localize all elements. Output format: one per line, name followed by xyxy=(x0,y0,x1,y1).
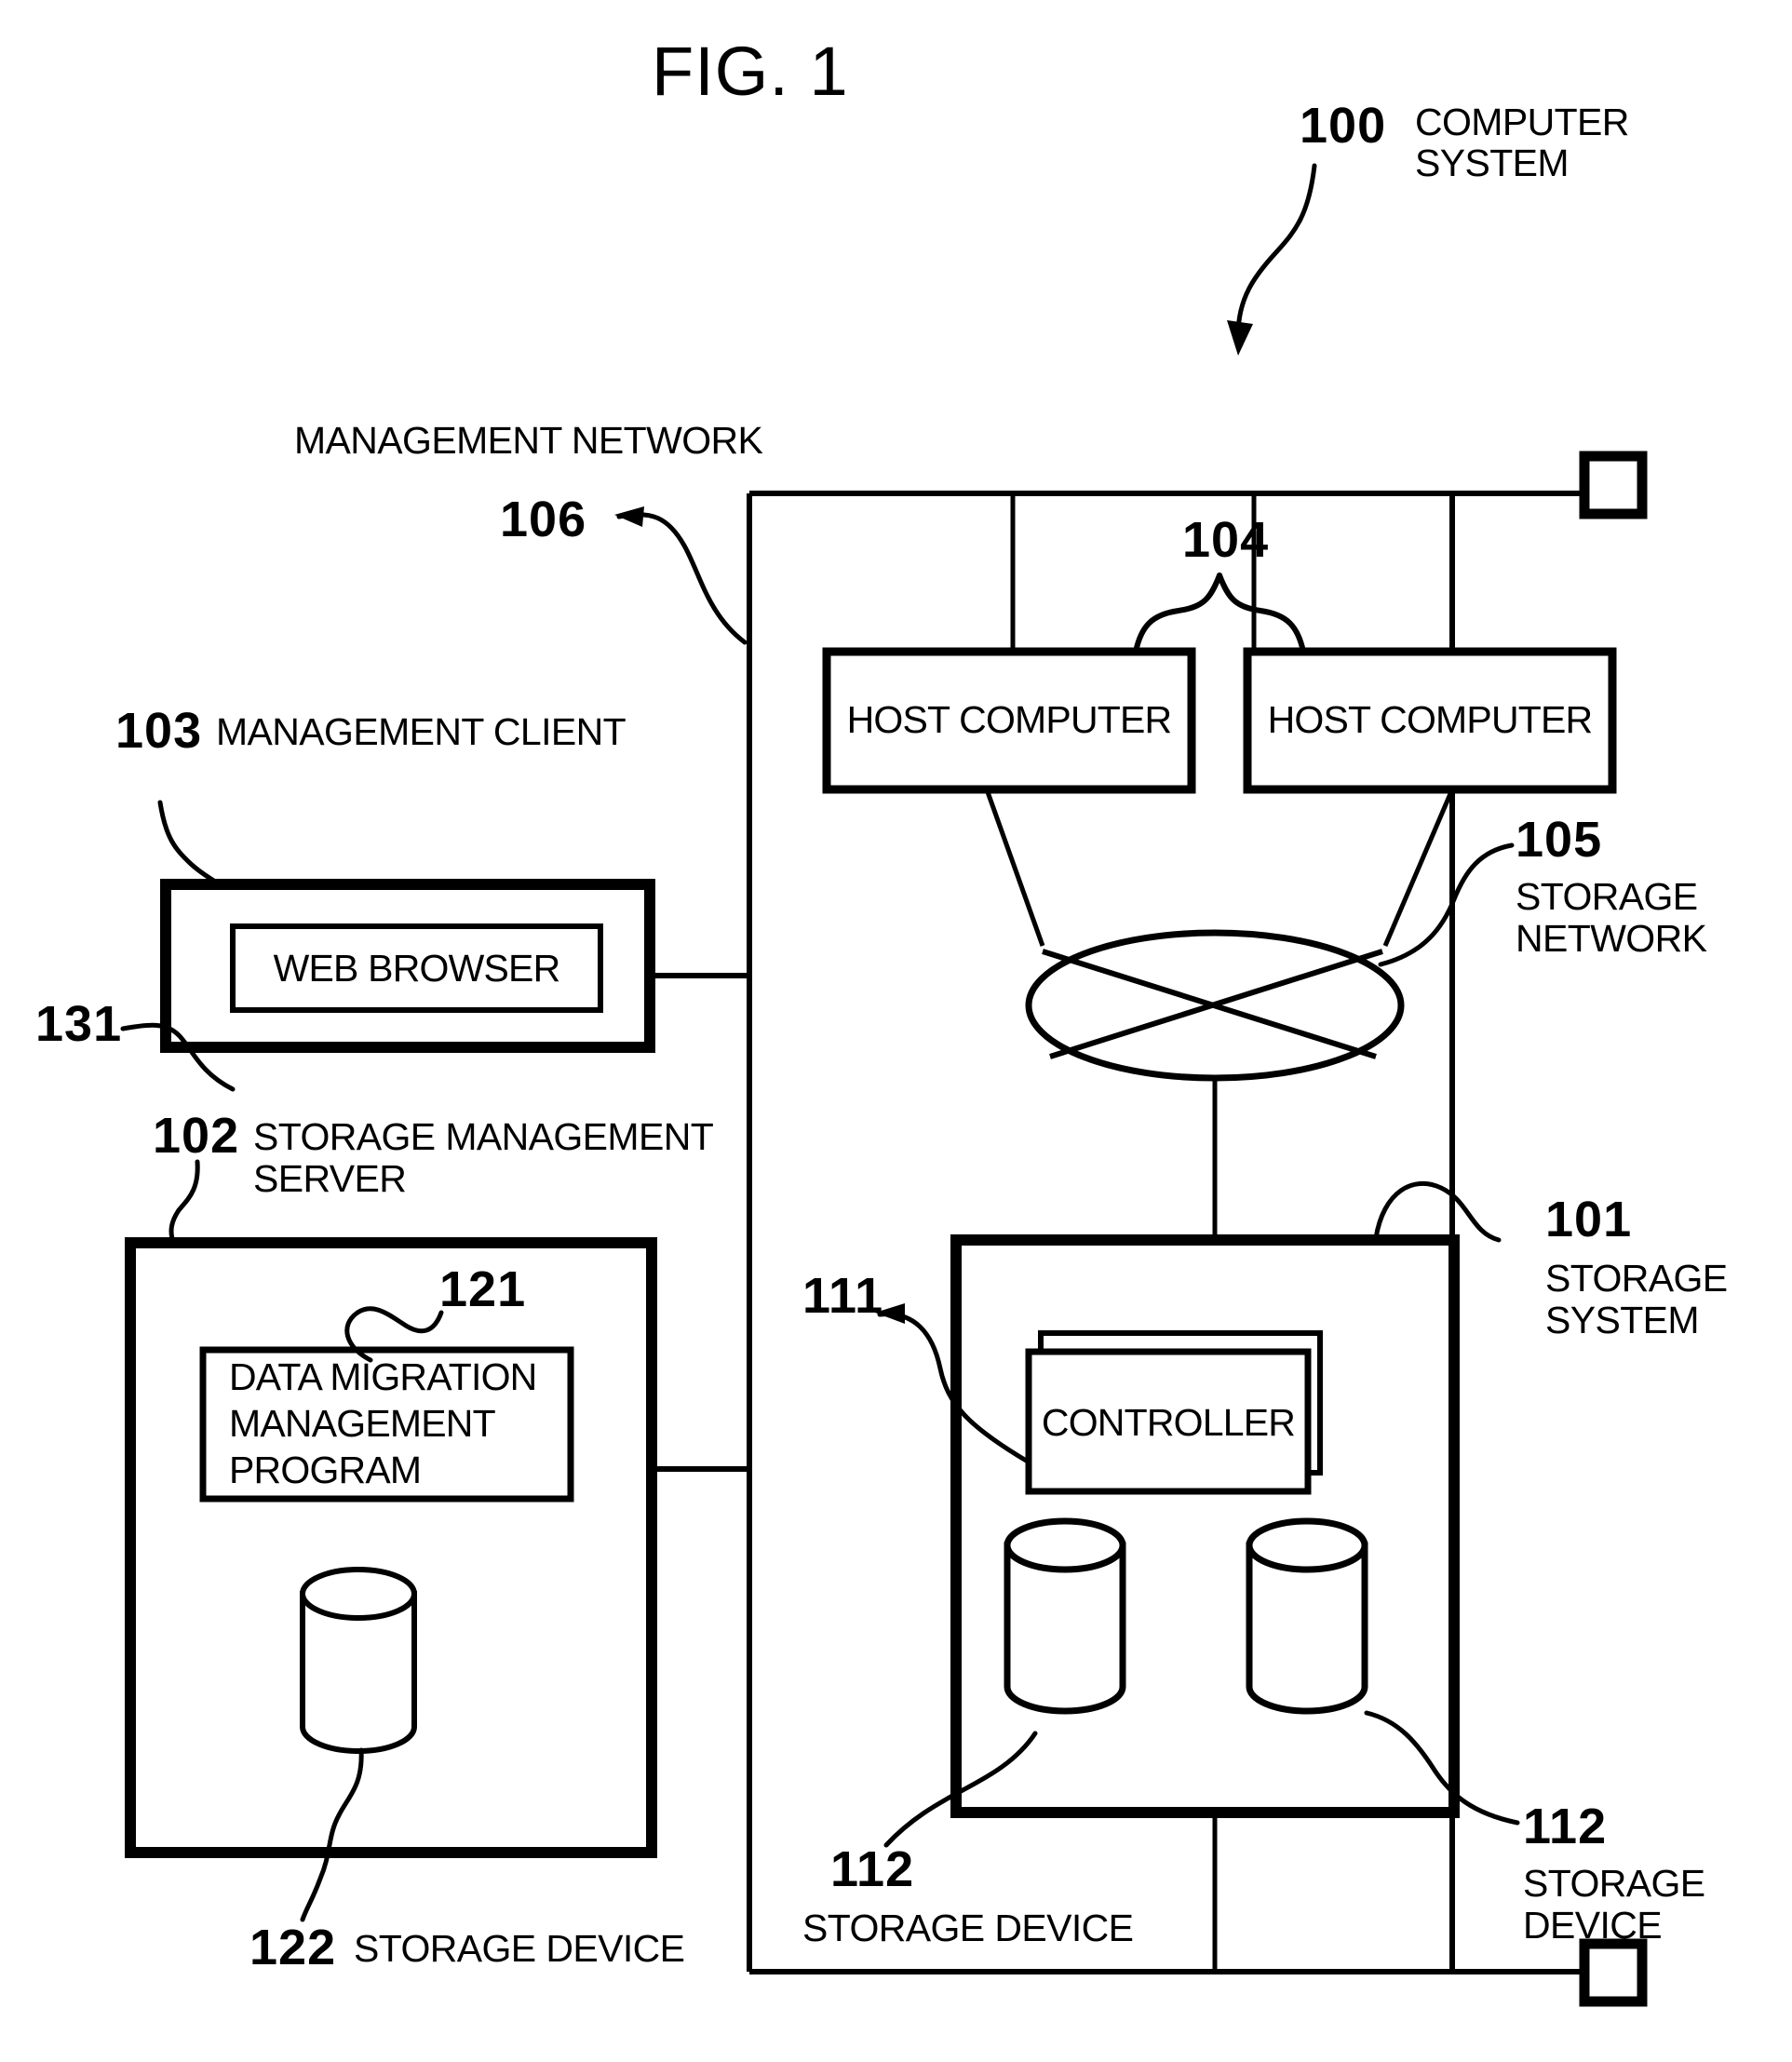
ref-104-number: 104 xyxy=(1182,512,1270,568)
storage-management-server-box xyxy=(125,1237,657,1858)
data-migration-program-label-line3: PROGRAM xyxy=(229,1449,422,1491)
host-computer-left-label: HOST COMPUTER xyxy=(846,698,1173,741)
ref-121-number: 121 xyxy=(439,1261,527,1317)
ref-131-number: 131 xyxy=(35,996,123,1052)
figure-title: FIG. 1 xyxy=(652,33,849,110)
host-computer-right-label: HOST COMPUTER xyxy=(1267,698,1594,741)
management-network-leader xyxy=(616,512,748,645)
computer-system-leader xyxy=(1235,163,1317,338)
storage-device-cylinder-right xyxy=(1246,1517,1368,1715)
ref-101-number: 101 xyxy=(1545,1192,1633,1247)
data-migration-program-label-line2: MANAGEMENT xyxy=(229,1402,496,1445)
ref-105-label-line1: STORAGE xyxy=(1516,875,1698,918)
ref-106-label: MANAGEMENT NETWORK xyxy=(294,419,763,462)
ref-100-number: 100 xyxy=(1300,98,1387,154)
ref-101-label-line2: SYSTEM xyxy=(1545,1299,1700,1341)
ref-103-label: MANAGEMENT CLIENT xyxy=(216,710,627,753)
network-terminal-top-square xyxy=(1579,451,1648,519)
figure-line-art xyxy=(120,163,1648,2007)
management-client-leader xyxy=(157,800,224,889)
server-storage-device-cylinder xyxy=(300,1567,417,1754)
management-network-arrowhead xyxy=(614,506,644,527)
ref-102-number: 102 xyxy=(153,1108,240,1164)
ref-102-label-line1: STORAGE MANAGEMENT xyxy=(253,1115,714,1158)
controller-label: CONTROLLER xyxy=(1041,1401,1296,1444)
ref-102-label-line2: SERVER xyxy=(253,1157,407,1200)
ref-106-number: 106 xyxy=(500,492,587,547)
ref-101-label-line1: STORAGE xyxy=(1545,1257,1728,1300)
web-browser-label: WEB BROWSER xyxy=(273,947,561,990)
patent-figure: FIG. 1 100 COMPUTER SYSTEM MANAGEMENT NE… xyxy=(0,0,1792,2062)
ref-103-number: 103 xyxy=(115,703,203,759)
ref-112-right-label-line1: STORAGE xyxy=(1523,1862,1705,1905)
data-migration-program-label-line1: DATA MIGRATION xyxy=(229,1355,537,1398)
ref-105-number: 105 xyxy=(1516,812,1603,868)
ref-100-label-line2: SYSTEM xyxy=(1415,142,1570,184)
host-to-storage-network-links xyxy=(984,788,1455,947)
ref-105-label-line2: NETWORK xyxy=(1516,917,1707,960)
ref-112-bottom-number: 112 xyxy=(830,1841,915,1897)
ref-112-right-label-line2: DEVICE xyxy=(1523,1904,1663,1947)
storage-device-cylinder-left xyxy=(1004,1517,1126,1715)
computer-system-arrowhead xyxy=(1227,320,1253,356)
ref-111-number: 111 xyxy=(802,1268,884,1324)
ref-122-number: 122 xyxy=(249,1920,337,1975)
ref-122-label: STORAGE DEVICE xyxy=(354,1927,685,1970)
ref-100-label-line1: COMPUTER xyxy=(1415,101,1629,143)
network-terminal-bottom-square xyxy=(1579,1938,1648,2007)
ref-112-right-number: 112 xyxy=(1523,1799,1608,1854)
storage-management-server-leader xyxy=(168,1159,200,1245)
storage-system-leader xyxy=(1373,1181,1502,1243)
host-computers-brace xyxy=(1133,573,1306,654)
ref-112-bottom-label: STORAGE DEVICE xyxy=(802,1907,1134,1949)
storage-network-ellipse xyxy=(1025,929,1405,1082)
